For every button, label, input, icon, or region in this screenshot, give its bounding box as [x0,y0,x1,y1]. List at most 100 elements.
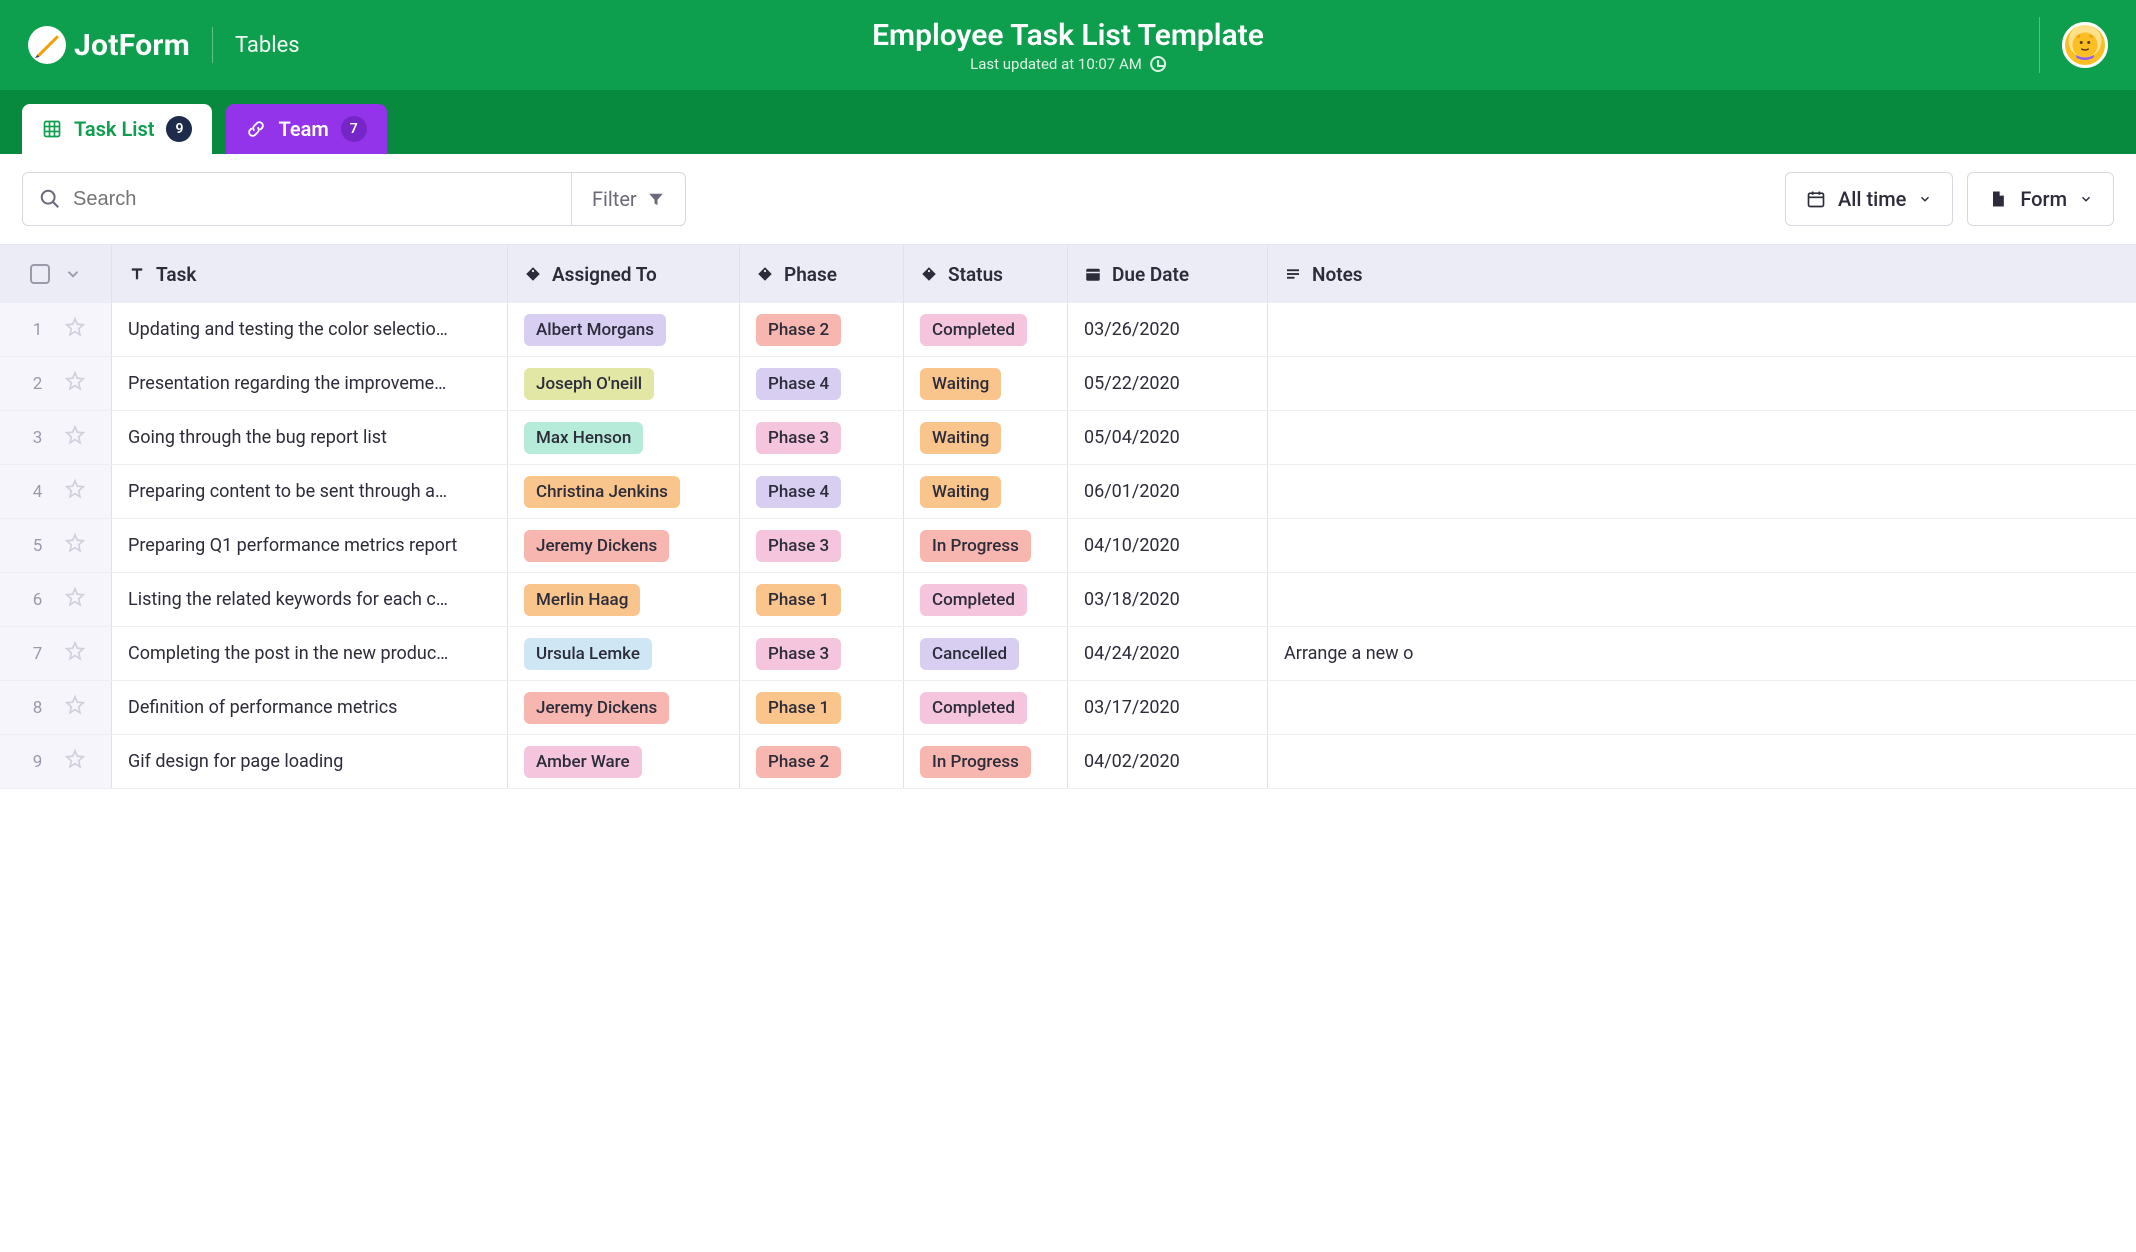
cell-notes[interactable] [1268,303,2136,356]
cell-phase[interactable]: Phase 1 [740,681,904,734]
cell-task[interactable]: Definition of performance metrics [112,681,508,734]
cell-assigned-to[interactable]: Amber Ware [508,735,740,788]
header-assigned-to[interactable]: Assigned To [508,245,740,303]
cell-assigned-to[interactable]: Christina Jenkins [508,465,740,518]
section-label[interactable]: Tables [235,33,300,58]
table-row[interactable]: 6Listing the related keywords for each c… [0,573,2136,627]
row-index-cell[interactable]: 2 [0,357,112,410]
header-select-all[interactable] [0,245,112,303]
row-index-cell[interactable]: 8 [0,681,112,734]
cell-status[interactable]: Completed [904,681,1068,734]
cell-phase[interactable]: Phase 3 [740,519,904,572]
cell-due-date[interactable]: 04/10/2020 [1068,519,1268,572]
cell-task[interactable]: Updating and testing the color selectio… [112,303,508,356]
cell-status[interactable]: Completed [904,303,1068,356]
user-avatar[interactable] [2062,22,2108,68]
tab-team[interactable]: Team 7 [226,104,386,154]
cell-phase[interactable]: Phase 4 [740,465,904,518]
header-task[interactable]: Task [112,245,508,303]
cell-due-date[interactable]: 04/02/2020 [1068,735,1268,788]
checkbox-icon[interactable] [30,264,50,284]
table-row[interactable]: 5Preparing Q1 performance metrics report… [0,519,2136,573]
cell-assigned-to[interactable]: Joseph O'neill [508,357,740,410]
cell-due-date[interactable]: 05/22/2020 [1068,357,1268,410]
star-icon[interactable] [64,694,86,721]
cell-status[interactable]: In Progress [904,735,1068,788]
table-row[interactable]: 2Presentation regarding the improveme…Jo… [0,357,2136,411]
cell-assigned-to[interactable]: Jeremy Dickens [508,681,740,734]
table-row[interactable]: 1Updating and testing the color selectio… [0,303,2136,357]
star-icon[interactable] [64,748,86,775]
row-index-cell[interactable]: 6 [0,573,112,626]
cell-notes[interactable]: Arrange a new o [1268,627,2136,680]
cell-assigned-to[interactable]: Albert Morgans [508,303,740,356]
cell-task[interactable]: Preparing Q1 performance metrics report [112,519,508,572]
row-index-cell[interactable]: 7 [0,627,112,680]
cell-due-date[interactable]: 03/18/2020 [1068,573,1268,626]
star-icon[interactable] [64,478,86,505]
star-icon[interactable] [64,532,86,559]
cell-task[interactable]: Going through the bug report list [112,411,508,464]
cell-status[interactable]: Completed [904,573,1068,626]
table-row[interactable]: 7Completing the post in the new produc…U… [0,627,2136,681]
cell-assigned-to[interactable]: Ursula Lemke [508,627,740,680]
cell-due-date[interactable]: 03/26/2020 [1068,303,1268,356]
cell-assigned-to[interactable]: Max Henson [508,411,740,464]
cell-assigned-to[interactable]: Merlin Haag [508,573,740,626]
cell-notes[interactable] [1268,573,2136,626]
chevron-down-icon[interactable] [64,265,82,283]
tab-task-list[interactable]: Task List 9 [22,104,212,154]
row-index-cell[interactable]: 3 [0,411,112,464]
row-index-cell[interactable]: 5 [0,519,112,572]
cell-phase[interactable]: Phase 3 [740,411,904,464]
document-title[interactable]: Employee Task List Template [872,18,1264,53]
row-index-cell[interactable]: 1 [0,303,112,356]
cell-notes[interactable] [1268,519,2136,572]
cell-status[interactable]: Waiting [904,357,1068,410]
cell-phase[interactable]: Phase 4 [740,357,904,410]
cell-notes[interactable] [1268,735,2136,788]
time-range-button[interactable]: All time [1785,172,1953,226]
cell-task[interactable]: Presentation regarding the improveme… [112,357,508,410]
table-row[interactable]: 4Preparing content to be sent through a…… [0,465,2136,519]
cell-notes[interactable] [1268,465,2136,518]
cell-due-date[interactable]: 06/01/2020 [1068,465,1268,518]
star-icon[interactable] [64,586,86,613]
cell-notes[interactable] [1268,357,2136,410]
cell-phase[interactable]: Phase 2 [740,735,904,788]
header-notes[interactable]: Notes [1268,245,2136,303]
table-row[interactable]: 3Going through the bug report listMax He… [0,411,2136,465]
cell-status[interactable]: Waiting [904,411,1068,464]
header-due-date[interactable]: Due Date [1068,245,1268,303]
cell-due-date[interactable]: 05/04/2020 [1068,411,1268,464]
row-index-cell[interactable]: 9 [0,735,112,788]
header-status[interactable]: Status [904,245,1068,303]
cell-task[interactable]: Gif design for page loading [112,735,508,788]
filter-button[interactable]: Filter [572,172,686,226]
search-box[interactable] [22,172,572,226]
cell-notes[interactable] [1268,411,2136,464]
cell-status[interactable]: Waiting [904,465,1068,518]
form-button[interactable]: Form [1967,172,2114,226]
header-phase[interactable]: Phase [740,245,904,303]
cell-task[interactable]: Preparing content to be sent through a… [112,465,508,518]
star-icon[interactable] [64,424,86,451]
cell-due-date[interactable]: 04/24/2020 [1068,627,1268,680]
cell-task[interactable]: Listing the related keywords for each c… [112,573,508,626]
cell-status[interactable]: In Progress [904,519,1068,572]
table-row[interactable]: 9Gif design for page loadingAmber WarePh… [0,735,2136,789]
cell-status[interactable]: Cancelled [904,627,1068,680]
table-row[interactable]: 8Definition of performance metricsJeremy… [0,681,2136,735]
cell-notes[interactable] [1268,681,2136,734]
cell-due-date[interactable]: 03/17/2020 [1068,681,1268,734]
row-index-cell[interactable]: 4 [0,465,112,518]
star-icon[interactable] [64,370,86,397]
search-input[interactable] [73,188,555,211]
star-icon[interactable] [64,316,86,343]
cell-assigned-to[interactable]: Jeremy Dickens [508,519,740,572]
logo-block[interactable]: JotForm [28,26,190,64]
cell-phase[interactable]: Phase 3 [740,627,904,680]
cell-task[interactable]: Completing the post in the new produc… [112,627,508,680]
cell-phase[interactable]: Phase 2 [740,303,904,356]
star-icon[interactable] [64,640,86,667]
